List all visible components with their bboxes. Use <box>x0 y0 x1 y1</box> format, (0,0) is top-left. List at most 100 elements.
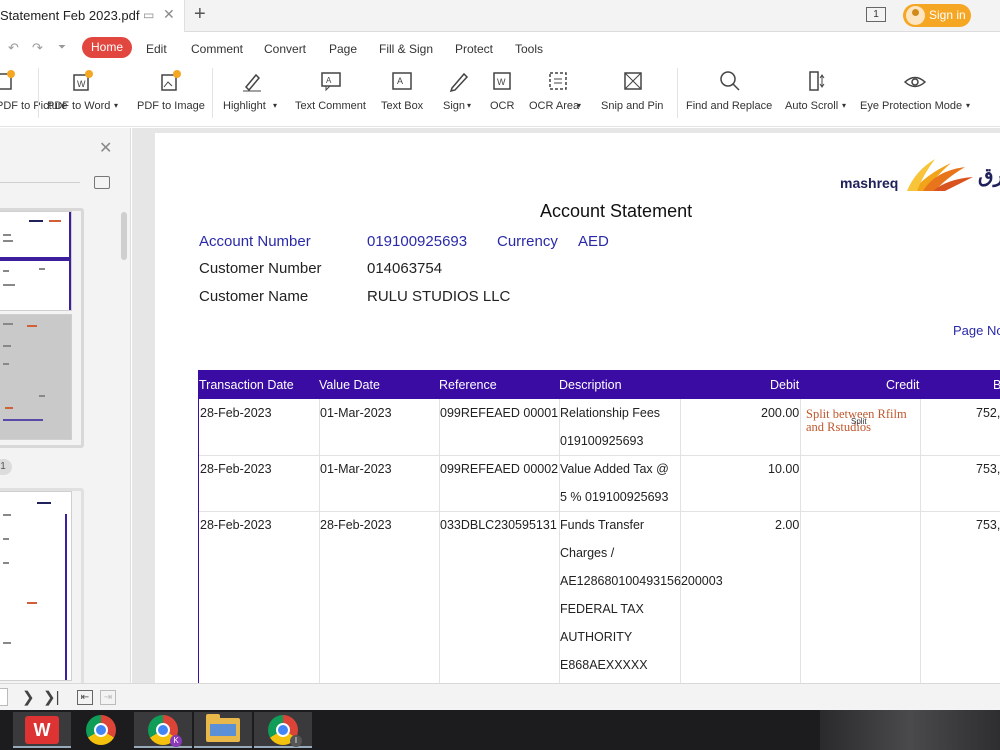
column-divider <box>800 399 801 683</box>
col-debit: Debit <box>770 378 800 392</box>
taskbar-chrome[interactable] <box>72 712 130 748</box>
image-view-icon[interactable] <box>94 176 110 189</box>
row-description-line: AUTHORITY <box>560 630 633 644</box>
sign-button[interactable]: Sign ▾ <box>443 62 475 124</box>
dropdown-arrow-icon: ▾ <box>842 101 847 110</box>
chrome-profile-icon: K <box>148 715 182 747</box>
sign-in-button[interactable]: Sign in <box>903 4 971 27</box>
text-comment-icon: A <box>321 72 341 92</box>
toolbar-label: PDF to Word <box>47 100 111 112</box>
highlight-icon <box>243 73 261 92</box>
menu-protect[interactable]: Protect <box>455 42 493 56</box>
toolbar-label: Highlight <box>223 100 266 112</box>
row-divider <box>199 511 1000 512</box>
statement-title: Account Statement <box>540 201 693 221</box>
chrome-profile-icon: I <box>268 715 302 747</box>
row-value-date: 01-Mar-2023 <box>320 462 392 476</box>
taskbar-chrome-profile-k[interactable]: K <box>134 712 192 748</box>
menu-tools[interactable]: Tools <box>515 42 543 56</box>
ocr-button[interactable]: W OCR <box>490 62 516 124</box>
column-divider <box>439 399 440 683</box>
row-description-line: Charges / <box>560 546 615 560</box>
transactions-table: 28-Feb-2023 01-Mar-2023 099REFEAED 00001… <box>198 399 1000 683</box>
pdf-to-image-button[interactable]: PDF to Image <box>136 62 206 124</box>
menu-comment[interactable]: Comment <box>191 42 243 56</box>
snip-pin-icon <box>624 72 642 90</box>
toolbar-label: Find and Replace <box>686 100 773 112</box>
toolbar-label: Auto Scroll <box>785 100 839 112</box>
redo-icon[interactable]: ↷ <box>32 40 43 56</box>
previous-view-icon[interactable]: ⇤ <box>77 690 93 705</box>
taskbar-wps-pdf[interactable]: W <box>13 712 71 748</box>
toolbar-label: Sign <box>443 100 466 112</box>
auto-scroll-button[interactable]: Auto Scroll ▾ <box>785 62 851 124</box>
thumbnail-line <box>3 419 43 421</box>
highlight-button[interactable]: Highlight ▾ <box>223 62 283 124</box>
row-divider <box>199 455 1000 456</box>
eye-protection-icon <box>904 76 926 88</box>
next-page-icon[interactable]: ❯ <box>22 688 35 706</box>
find-and-replace-button[interactable]: Find and Replace <box>686 62 776 124</box>
thumbnail-line <box>3 270 9 272</box>
thumbnail-page-2[interactable] <box>0 314 72 440</box>
taskbar-file-explorer[interactable] <box>194 712 252 748</box>
document-viewer[interactable]: mashreq رق Account Statement Account Num… <box>132 128 1000 683</box>
col-value-date: Value Date <box>319 378 380 392</box>
thumbnail-line <box>3 284 15 286</box>
undo-icon[interactable]: ↶ <box>8 40 19 56</box>
thumbnail-line <box>3 562 9 564</box>
pdf-to-word-icon: W <box>73 70 93 91</box>
panel-scrollbar[interactable] <box>121 212 127 260</box>
thumbnail-page-1[interactable] <box>0 211 72 311</box>
thumbnail-border <box>65 514 67 680</box>
row-reference: 033DBLC230595131 <box>440 518 557 532</box>
wps-pdf-icon: W <box>25 716 59 744</box>
thumbnail-line <box>3 538 9 540</box>
page-number-input[interactable] <box>0 688 8 706</box>
page-indicator[interactable]: 1 <box>866 7 886 22</box>
thumbnail-page-3[interactable] <box>0 491 72 681</box>
text-comment-button[interactable]: A Text Comment <box>295 62 369 124</box>
toolbar-label: PDF to Image <box>137 100 205 112</box>
next-view-icon[interactable]: ⇥ <box>100 690 116 705</box>
thumbnail-line <box>49 220 61 222</box>
row-transaction-date: 28-Feb-2023 <box>200 406 272 420</box>
menu-fill-sign[interactable]: Fill & Sign <box>379 42 433 56</box>
pdf-to-word-button[interactable]: W PDF to Word ▾ <box>47 62 123 124</box>
customer-number-label: Customer Number <box>199 260 322 277</box>
last-page-icon[interactable]: ❯| <box>43 688 59 706</box>
row-transaction-date: 28-Feb-2023 <box>200 518 272 532</box>
pdf-to-picture-button[interactable]: PDF to Picture <box>0 62 68 124</box>
toolbar-label: OCR Area <box>529 100 580 112</box>
close-tab-icon[interactable]: ✕ <box>163 6 175 23</box>
close-panel-icon[interactable]: ✕ <box>99 138 112 158</box>
svg-text:W: W <box>497 77 506 87</box>
snip-and-pin-button[interactable]: Snip and Pin <box>601 62 667 124</box>
ribbon-toolbar: PDF to Picture W PDF to Word ▾ PDF to Ima… <box>0 62 1000 127</box>
text-box-button[interactable]: A Text Box <box>381 62 427 124</box>
thumbnail-panel: ✕ 1 <box>0 128 131 688</box>
thumbnail-line <box>3 363 9 365</box>
pdf-to-image-icon <box>161 70 181 91</box>
menu-home[interactable]: Home <box>82 37 132 58</box>
chrome-icon <box>86 715 116 745</box>
annotation-tag: Split <box>851 417 867 426</box>
ocr-area-button[interactable]: OCR Area ▾ <box>529 62 589 124</box>
eye-protection-button[interactable]: Eye Protection Mode ▾ <box>860 62 975 124</box>
document-tab[interactable]: Statement Feb 2023.pdf ▭ ✕ <box>0 0 185 32</box>
bank-logo-arabic: رق <box>978 165 1000 187</box>
monitor-icon[interactable]: ▭ <box>143 8 154 22</box>
menu-page[interactable]: Page <box>329 42 357 56</box>
text-box-icon: A <box>392 72 412 90</box>
row-description-line: Value Added Tax @ <box>560 462 669 476</box>
sign-in-label: Sign in <box>929 8 966 22</box>
pdf-page: mashreq رق Account Statement Account Num… <box>155 133 1000 683</box>
dropdown-arrow-icon: ▾ <box>966 101 971 110</box>
menu-edit[interactable]: Edit <box>146 42 167 56</box>
quick-access-dropdown-icon[interactable]: ⏷ <box>58 42 66 53</box>
taskbar-chrome-profile-i[interactable]: I <box>254 712 312 748</box>
col-description: Description <box>559 378 622 392</box>
new-tab-button[interactable]: + <box>194 3 206 26</box>
menu-convert[interactable]: Convert <box>264 42 306 56</box>
thumbnail-line <box>3 514 11 516</box>
